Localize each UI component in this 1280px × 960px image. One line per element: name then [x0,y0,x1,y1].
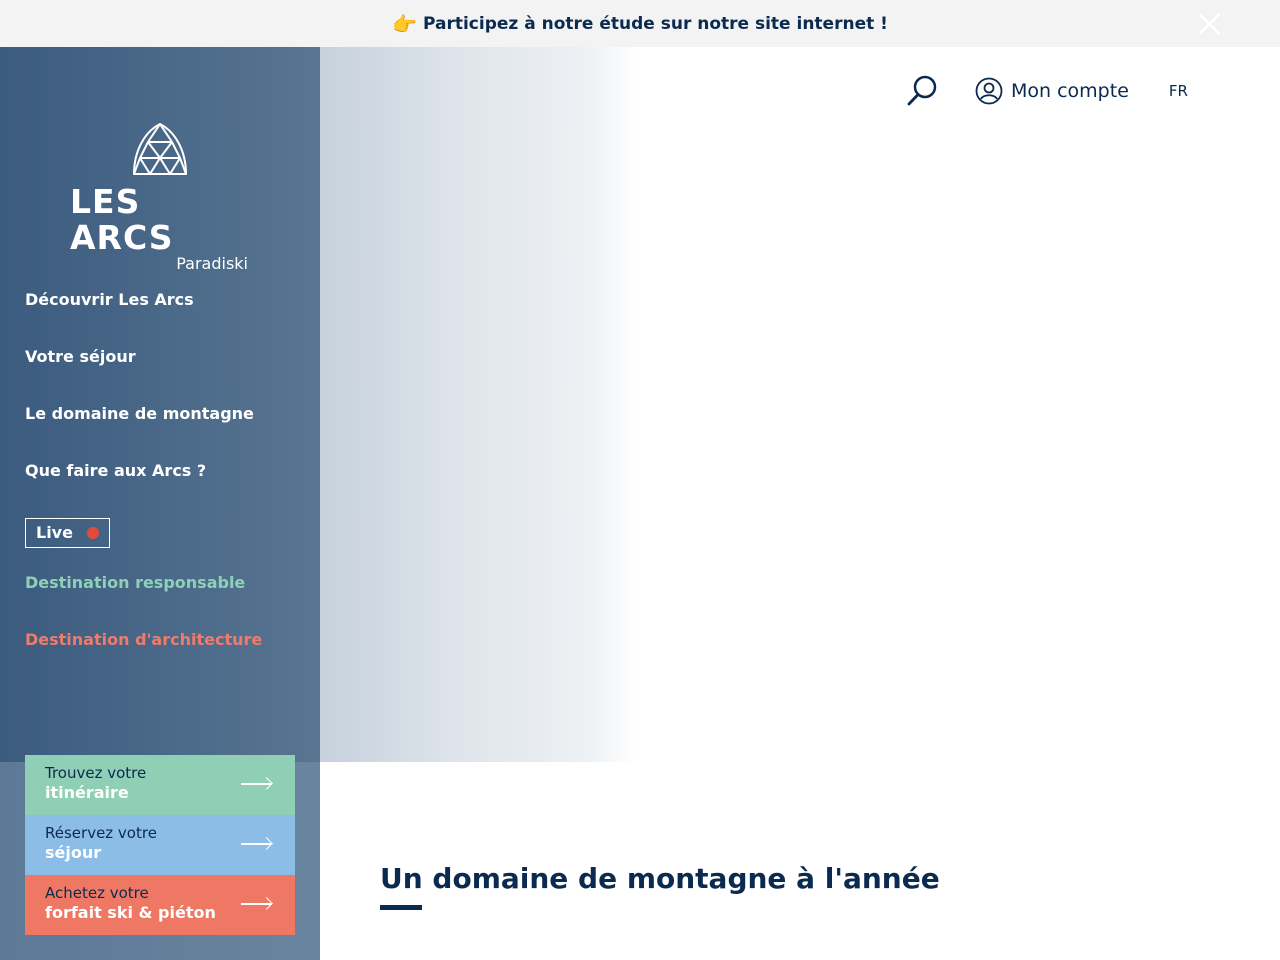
cta-line1: Trouvez votre [45,764,147,782]
language-selector[interactable]: FR [1169,82,1188,100]
announcement-banner: 👉 Participez à notre étude sur notre sit… [0,0,1280,47]
cta-line1: Achetez votre [45,884,149,902]
pointing-hand-icon: 👉 [392,11,417,36]
les-arcs-logo[interactable]: LES ARCS Paradiski [70,122,250,272]
logo-brand-text: LES ARCS [70,182,174,257]
ski-pass-cta-button[interactable]: Achetez votre forfait ski & piéton [25,875,295,935]
account-label: Mon compte [1011,80,1129,102]
nav-item-que-faire[interactable]: Que faire aux Arcs ? [25,461,305,518]
logo-sub-text: Paradiski [176,254,248,273]
nav-item-live-wrapper: Live [25,518,305,573]
arrow-right-icon [241,903,271,905]
user-circle-icon [975,77,1003,105]
nav-item-destination-responsable[interactable]: Destination responsable [25,573,305,630]
account-button[interactable]: Mon compte [975,77,1129,105]
banner-message[interactable]: 👉 Participez à notre étude sur notre sit… [392,12,888,36]
cta-line2: séjour [45,843,102,862]
cta-line1: Réservez votre [45,824,157,842]
header-tools: Mon compte FR [905,75,1188,107]
title-underline [380,905,422,910]
nav-item-sejour[interactable]: Votre séjour [25,347,305,404]
booking-cta-button[interactable]: Réservez votre séjour [25,815,295,875]
hero-image [320,47,1280,762]
nav-item-domaine[interactable]: Le domaine de montagne [25,404,305,461]
arrow-right-icon [241,783,271,785]
section-title: Un domaine de montagne à l'année [380,862,940,895]
live-label: Live [36,523,73,542]
banner-text: Participez à notre étude sur notre site … [422,13,888,34]
dome-logo-icon [133,123,187,175]
nav-item-destination-architecture[interactable]: Destination d'architecture [25,630,305,687]
live-button[interactable]: Live [25,518,110,548]
nav-item-decouvrir[interactable]: Découvrir Les Arcs [25,290,305,347]
search-icon[interactable] [905,74,939,108]
close-icon[interactable] [1196,11,1222,37]
cta-line2: forfait ski & piéton [45,903,216,922]
arrow-right-icon [241,843,271,845]
itinerary-cta-button[interactable]: Trouvez votre itinéraire [25,755,295,815]
cta-line2: itinéraire [45,783,129,802]
main-nav: Découvrir Les Arcs Votre séjour Le domai… [25,290,305,687]
live-dot-icon [86,527,99,539]
